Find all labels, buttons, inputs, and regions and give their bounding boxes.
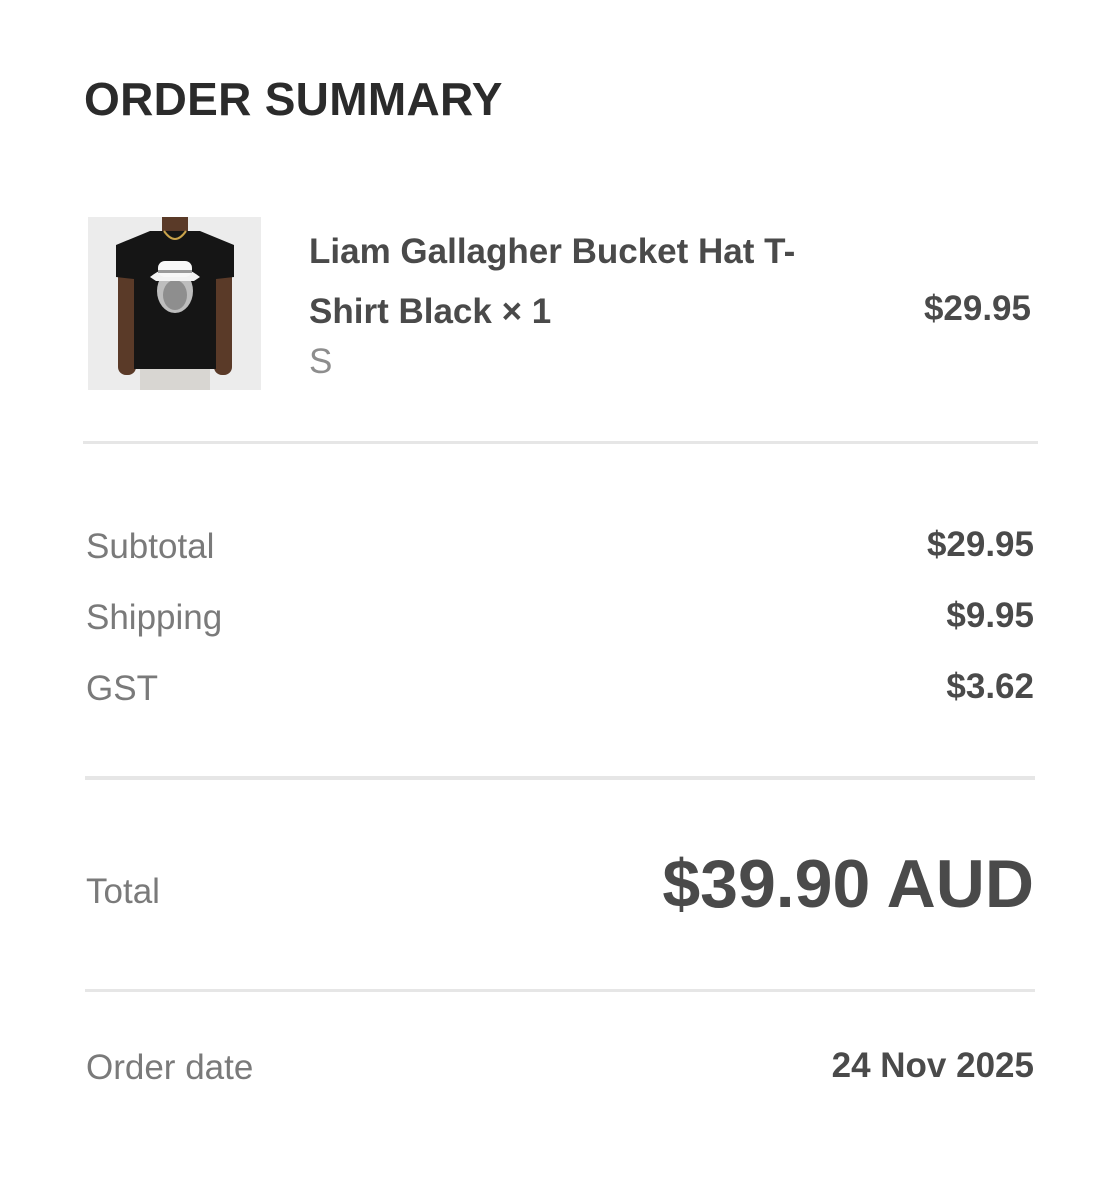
divider [85, 776, 1035, 780]
product-image [88, 217, 261, 390]
order-summary-title: ORDER SUMMARY [84, 73, 503, 125]
subtotal-label: Subtotal [86, 527, 215, 566]
tshirt-photo-icon [88, 217, 261, 390]
product-price: $29.95 [923, 289, 1031, 328]
shipping-value: $9.95 [946, 596, 1034, 635]
product-size: S [309, 342, 333, 381]
shipping-label: Shipping [86, 598, 223, 637]
product-name: Liam Gallagher Bucket Hat T-Shirt Black … [309, 232, 796, 331]
gst-label: GST [86, 669, 158, 708]
divider [85, 989, 1035, 992]
order-date-value: 24 Nov 2025 [831, 1046, 1034, 1085]
subtotal-value: $29.95 [926, 525, 1034, 564]
total-label: Total [86, 872, 160, 911]
order-date-label: Order date [86, 1048, 254, 1087]
gst-value: $3.62 [946, 667, 1034, 706]
divider [83, 441, 1038, 444]
total-value: $39.90 AUD [662, 846, 1034, 922]
